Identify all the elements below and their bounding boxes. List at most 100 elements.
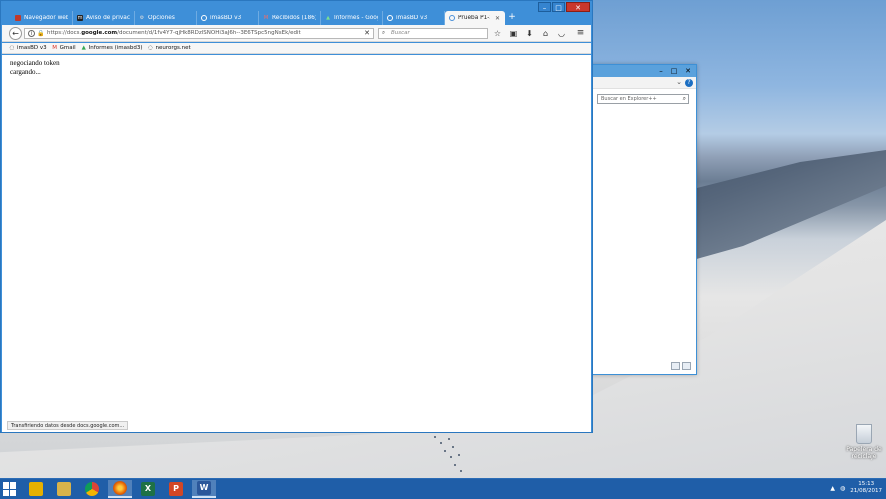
bookmark-label: imasBD v3: [17, 45, 47, 51]
status-line-token: negociando token: [10, 59, 60, 67]
chevron-down-icon[interactable]: ⌄: [676, 78, 682, 86]
search-input[interactable]: ⌕ Buscar: [378, 28, 488, 39]
window-controls: – □ ✕: [537, 2, 590, 12]
tab-aviso-privacidad[interactable]: m Aviso de privacid: [73, 11, 135, 25]
status-line-loading: cargando...: [10, 68, 41, 76]
details-view-icon[interactable]: [671, 362, 680, 370]
gmail-icon: M: [52, 45, 58, 51]
bookmark-neurorgs[interactable]: ◌ neurorgs.net: [148, 45, 191, 51]
globe-icon: ◌: [9, 45, 15, 51]
firefox-icon: [113, 481, 127, 495]
gmail-icon: M: [263, 15, 269, 21]
tab-label: imasBD v3: [396, 15, 428, 21]
tab-label: Navegador web f: [24, 15, 68, 21]
tab-label: Recibidos (186): [272, 15, 316, 21]
bookmark-gmail[interactable]: M Gmail: [52, 45, 75, 51]
tab-imasbd-2[interactable]: imasBD v3: [383, 11, 445, 25]
view-switcher: [671, 362, 691, 370]
taskbar-app-chrome[interactable]: [80, 480, 104, 498]
toolbar-icons: ☆ ▣ ⬇ ⌂ ◡: [492, 28, 567, 39]
close-icon[interactable]: ✕: [682, 67, 694, 75]
search-icon: ⌕: [682, 95, 686, 102]
thumbnail-view-icon[interactable]: [682, 362, 691, 370]
url-domain: google.com: [81, 30, 118, 36]
recycle-bin[interactable]: Papelera de reciclaje: [842, 424, 886, 460]
tab-recibidos[interactable]: M Recibidos (186): [259, 11, 321, 25]
brand-icon: [15, 15, 21, 21]
bookmark-label: Informes (imasbd3): [88, 45, 143, 51]
tab-label: Informes - Goog: [334, 15, 378, 21]
globe-icon: [201, 15, 207, 21]
bookmark-label: neurorgs.net: [155, 45, 191, 51]
taskbar-app-powerpoint[interactable]: P: [164, 480, 188, 498]
stop-icon[interactable]: ✕: [364, 29, 370, 38]
browser-titlebar[interactable]: – □ ✕ Navegador web f m Aviso de privaci…: [1, 1, 592, 25]
explorer-titlebar[interactable]: – □ ✕: [590, 65, 696, 77]
navigation-bar: ← i 🔒 https://docs.google.com/document/d…: [2, 25, 591, 42]
tab-opciones[interactable]: ⚙ Opciones: [135, 11, 197, 25]
recycle-bin-icon: [856, 424, 872, 444]
maximize-icon[interactable]: □: [668, 67, 680, 75]
hamburger-menu-icon[interactable]: ≡: [575, 28, 586, 39]
tab-informes[interactable]: ▲ Informes - Goog: [321, 11, 383, 25]
url-prefix: https://docs.: [47, 30, 82, 36]
url-suffix: /document/d/1fv4Y7-qjHk8RDzlSNOHi3aJ6h--…: [117, 30, 301, 36]
tab-imasbd[interactable]: imasBD v3: [197, 11, 259, 25]
loading-icon: [449, 15, 455, 21]
network-icon[interactable]: ◍: [840, 485, 845, 492]
close-tab-icon[interactable]: ✕: [495, 15, 500, 22]
info-icon[interactable]: i: [28, 30, 35, 37]
tab-label: imasBD v3: [210, 15, 242, 21]
tab-navegador[interactable]: Navegador web f: [11, 11, 73, 25]
explorer-search-input[interactable]: Buscar en Explorer++ ⌕: [597, 94, 689, 104]
powerpoint-icon: P: [169, 482, 183, 496]
taskbar-app-explorer[interactable]: [52, 480, 76, 498]
tab-label: Prueba P1-20: [458, 15, 490, 21]
system-tray: ▲ ◍ 15:13 21/08/2017: [830, 481, 882, 495]
tab-prueba-active[interactable]: Prueba P1-20 ✕: [445, 11, 505, 25]
taskbar-app-excel[interactable]: X: [136, 480, 160, 498]
explorer-window[interactable]: – □ ✕ ⌄ ? Buscar en Explorer++ ⌕: [589, 64, 697, 375]
search-placeholder: Buscar: [391, 30, 410, 36]
clock-date: 21/08/2017: [850, 488, 882, 494]
clipboard-icon[interactable]: ▣: [508, 28, 519, 39]
maximize-icon[interactable]: □: [552, 2, 565, 12]
minimize-icon[interactable]: –: [655, 67, 667, 75]
document-icon: [29, 482, 43, 496]
new-tab-button[interactable]: +: [505, 11, 519, 25]
url-bar[interactable]: i 🔒 https://docs.google.com/document/d/1…: [24, 28, 374, 39]
show-hidden-icons-icon[interactable]: ▲: [830, 485, 835, 492]
help-icon[interactable]: ?: [685, 79, 693, 87]
drive-icon: ▲: [326, 15, 330, 21]
explorer-toolbar: ⌄ ?: [590, 77, 696, 89]
pocket-icon[interactable]: ◡: [556, 28, 567, 39]
gear-icon: ⚙: [139, 15, 145, 21]
browser-status-bar: Transfiriendo datos desde docs.google.co…: [7, 421, 129, 430]
lock-icon[interactable]: 🔒: [37, 30, 44, 37]
back-button[interactable]: ←: [9, 27, 22, 40]
taskbar-app-word[interactable]: W: [192, 480, 216, 498]
start-button[interactable]: [3, 482, 17, 496]
taskbar-app-document[interactable]: [24, 480, 48, 498]
drive-icon: ▲: [81, 45, 86, 51]
bookmarks-toolbar: ◌ imasBD v3 M Gmail ▲ Informes (imasbd3)…: [2, 43, 591, 54]
bookmark-star-icon[interactable]: ☆: [492, 28, 503, 39]
close-icon[interactable]: ✕: [566, 2, 590, 12]
search-icon: ⌕: [382, 30, 386, 36]
home-icon[interactable]: ⌂: [540, 28, 551, 39]
m-logo-icon: m: [77, 15, 83, 21]
folder-icon: [57, 482, 71, 496]
bookmark-informes[interactable]: ▲ Informes (imasbd3): [81, 45, 143, 51]
explorer-search-placeholder: Buscar en Explorer++: [601, 96, 657, 102]
chrome-icon: [85, 482, 99, 496]
download-icon[interactable]: ⬇: [524, 28, 535, 39]
tab-label: Aviso de privacid: [86, 15, 130, 21]
globe-icon: [387, 15, 393, 21]
tab-strip: Navegador web f m Aviso de privacid ⚙ Op…: [11, 11, 519, 25]
page-content: negociando token cargando... Transfirien…: [2, 55, 591, 432]
clock[interactable]: 15:13 21/08/2017: [850, 481, 882, 495]
taskbar: X P W ▲ ◍ 15:13 21/08/2017: [0, 478, 886, 499]
minimize-icon[interactable]: –: [538, 2, 551, 12]
bookmark-imasbd[interactable]: ◌ imasBD v3: [9, 45, 47, 51]
taskbar-app-firefox[interactable]: [108, 480, 132, 498]
